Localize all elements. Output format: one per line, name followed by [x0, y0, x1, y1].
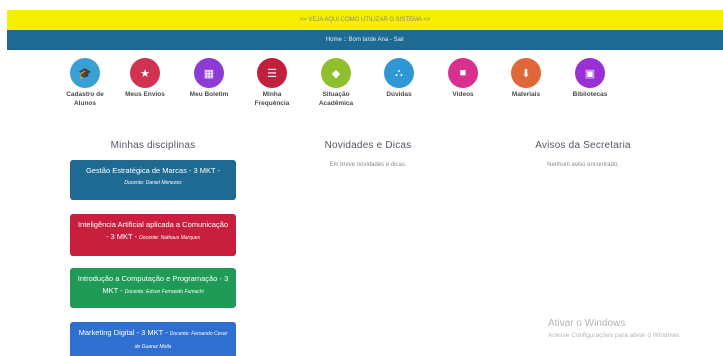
disciplina-card-inteligencia-artificial[interactable]: Inteligência Artificial aplicada a Comun…	[70, 214, 236, 256]
menu-item-label: Cadastro de Alunos	[66, 91, 104, 107]
tag-icon: ◆	[321, 58, 351, 88]
menu-item-duvidas[interactable]: ⛬ Dúvidas	[369, 58, 429, 100]
grid-icon: ▦	[194, 58, 224, 88]
graduation-cap-icon: 🎓	[70, 58, 100, 88]
menu-item-videos[interactable]: ■ Vídeos	[433, 58, 493, 100]
menu-item-minha-frequencia[interactable]: ☰ Minha Frequência	[242, 58, 302, 108]
disciplina-card-marketing-digital[interactable]: Marketing Digital - 3 MKT - Docente: Fer…	[70, 322, 236, 356]
menu-item-situacao-academica[interactable]: ◆ Situação Acadêmica	[306, 58, 366, 108]
menu-item-label: Meu Boletim	[189, 91, 229, 98]
avisos-text: Nenhum aviso encontrado.	[547, 162, 619, 168]
disciplina-card-introducao-computacao[interactable]: Introdução a Computação e Programação - …	[70, 268, 236, 308]
disciplinas-heading: Minhas disciplinas	[110, 140, 196, 151]
menu-item-label: Bibliotecas	[572, 91, 608, 98]
download-icon: ⬇	[511, 58, 541, 88]
book-icon: ▣	[575, 58, 605, 88]
novidades-text: Em breve novidades e dicas.	[329, 162, 407, 168]
novidades-heading: Novidades e Dicas	[324, 140, 412, 151]
video-icon: ■	[448, 58, 478, 88]
disciplina-name: Marketing Digital - 3 MKT - Docente: Fer…	[78, 328, 228, 350]
menu-item-meu-boletim[interactable]: ▦ Meu Boletim	[179, 58, 239, 100]
menu-item-label: Meus Envios	[125, 91, 165, 98]
disciplina-name: Inteligência Artificial aplicada a Comun…	[77, 220, 229, 241]
star-icon: ★	[130, 58, 160, 88]
menu-item-label: Dúvidas	[386, 91, 412, 98]
user-bar[interactable]: Home :: Bom tarde Ana - Sair	[7, 30, 723, 50]
menu-item-label: Minha Frequência	[254, 91, 290, 107]
menu-item-bibliotecas[interactable]: ▣ Bibliotecas	[560, 58, 620, 100]
windows-activation-watermark: Ativar o Windows Acesse Configurações pa…	[548, 318, 681, 339]
disciplina-card-gestao-marcas[interactable]: Gestão Estratégica de Marcas - 3 MKT - D…	[70, 160, 236, 200]
sitemap-icon: ⛬	[384, 58, 414, 88]
disciplina-name: Introdução a Computação e Programação - …	[77, 274, 229, 295]
list-icon: ☰	[257, 58, 287, 88]
menu-item-cadastro-alunos[interactable]: 🎓 Cadastro de Alunos	[55, 58, 115, 108]
menu-item-label: Situação Acadêmica	[318, 91, 354, 107]
menu-item-label: Vídeos	[452, 91, 474, 98]
disciplina-name: Gestão Estratégica de Marcas - 3 MKT - D…	[85, 166, 221, 186]
main-menu: 🎓 Cadastro de Alunos ★ Meus Envios ▦ Meu…	[0, 58, 723, 120]
watermark-title: Ativar o Windows	[548, 318, 626, 329]
avisos-heading: Avisos da Secretaria	[535, 140, 631, 151]
menu-item-meus-envios[interactable]: ★ Meus Envios	[115, 58, 175, 100]
menu-item-label: Materiais	[511, 91, 541, 98]
menu-item-materiais[interactable]: ⬇ Materiais	[496, 58, 556, 100]
how-to-use-banner[interactable]: >> VEJA AQUI COMO UTILIZAR O SISTEMA <<	[7, 10, 723, 30]
watermark-subtitle: Acesse Configurações para ativar o Windo…	[548, 332, 681, 339]
